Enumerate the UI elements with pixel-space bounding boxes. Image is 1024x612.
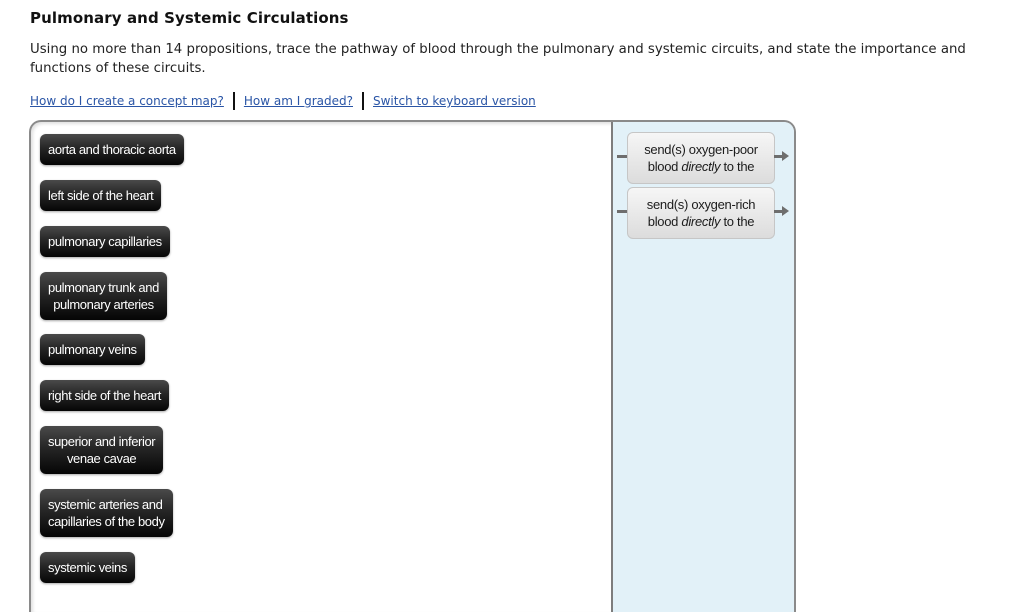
linker-line1: send(s) oxygen-rich (646, 197, 756, 212)
term-systemic-veins[interactable]: systemic veins (40, 552, 135, 583)
concept-map-workspace: aorta and thoracic aorta left side of th… (29, 120, 796, 612)
term-pulmonary-trunk-and-arteries[interactable]: pulmonary trunk and pulmonary arteries (40, 272, 167, 320)
linker-line2: blood directly to the (628, 213, 774, 230)
linker-emphasis: directly (681, 159, 721, 174)
term-venae-cavae[interactable]: superior and inferior venae cavae (40, 426, 164, 474)
term-systemic-arteries-and-capillaries[interactable]: systemic arteries and capillaries of the… (40, 489, 173, 537)
arrow-right-icon[interactable] (782, 151, 789, 161)
linker-input-connector[interactable] (617, 210, 627, 213)
link-divider (232, 92, 235, 110)
term-right-side-of-heart[interactable]: right side of the heart (40, 380, 169, 411)
instructions-text: Using no more than 14 propositions, trac… (30, 42, 966, 76)
term-pulmonary-capillaries[interactable]: pulmonary capillaries (40, 226, 170, 257)
linker-line2: blood directly to the (628, 158, 774, 175)
linker-text: blood (647, 159, 682, 174)
page-title: Pulmonary and Systemic Circulations (30, 9, 349, 27)
term-bank: aorta and thoracic aorta left side of th… (31, 122, 611, 612)
term-left-side-of-heart[interactable]: left side of the heart (40, 180, 162, 211)
help-links: How do I create a concept map? How am I … (30, 92, 536, 110)
linker-text: to the (720, 159, 755, 174)
linker-emphasis: directly (681, 214, 721, 229)
create-concept-map-help-link[interactable]: How do I create a concept map? (30, 94, 224, 108)
grading-help-link[interactable]: How am I graded? (244, 94, 353, 108)
term-pulmonary-veins[interactable]: pulmonary veins (40, 334, 145, 365)
linker-text: to the (720, 214, 755, 229)
linker-oxygen-poor[interactable]: send(s) oxygen-poor blood directly to th… (627, 132, 775, 184)
keyboard-version-link[interactable]: Switch to keyboard version (373, 94, 536, 108)
linking-phrase-bank: send(s) oxygen-poor blood directly to th… (611, 122, 794, 612)
link-divider (362, 92, 364, 110)
linker-text: blood (647, 214, 682, 229)
linker-line1: send(s) oxygen-poor (644, 142, 758, 157)
term-aorta-and-thoracic-aorta[interactable]: aorta and thoracic aorta (40, 134, 184, 165)
arrow-right-icon[interactable] (782, 206, 789, 216)
linker-input-connector[interactable] (617, 155, 627, 158)
linker-oxygen-rich[interactable]: send(s) oxygen-rich blood directly to th… (627, 187, 775, 239)
